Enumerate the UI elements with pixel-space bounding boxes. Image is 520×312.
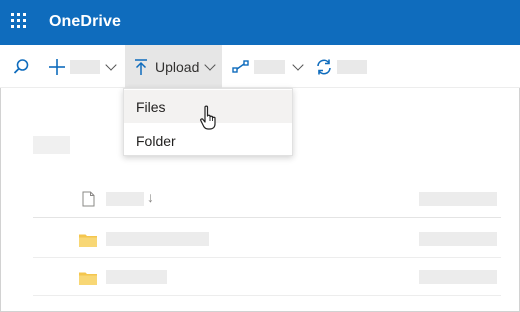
upload-icon (135, 58, 147, 75)
name-column-header-placeholder[interactable] (106, 192, 144, 206)
app-launcher-icon[interactable] (11, 13, 29, 31)
upload-button-label: Upload (155, 58, 200, 75)
upload-button[interactable]: Upload (125, 45, 222, 88)
section-heading-placeholder (33, 136, 70, 154)
sync-button[interactable] (315, 45, 370, 88)
document-icon (82, 191, 95, 207)
search-button[interactable] (12, 45, 34, 88)
command-bar: Upload (0, 45, 520, 88)
share-button[interactable] (232, 45, 304, 88)
sort-indicator[interactable]: ↓ (147, 189, 154, 205)
file-date-placeholder (419, 270, 497, 284)
chevron-down-icon (105, 58, 117, 71)
file-list-header: ↓ (33, 181, 501, 218)
file-name-placeholder (106, 270, 167, 284)
file-name-placeholder (106, 232, 209, 246)
file-date-placeholder (419, 232, 497, 246)
plus-icon (49, 58, 65, 75)
new-button[interactable] (48, 45, 120, 88)
new-button-label-placeholder (70, 59, 100, 74)
sync-icon (317, 59, 331, 74)
search-icon (13, 58, 29, 74)
chevron-down-icon (204, 58, 217, 71)
chevron-down-icon (292, 58, 304, 71)
share-icon (232, 59, 249, 73)
hand-cursor-icon (200, 105, 216, 130)
share-button-label-placeholder (254, 59, 285, 74)
sync-button-label-placeholder (337, 59, 367, 74)
table-row[interactable] (33, 259, 501, 296)
folder-icon (79, 234, 97, 247)
app-header: OneDrive (0, 0, 520, 45)
folder-icon (79, 272, 97, 285)
app-title[interactable]: OneDrive (49, 13, 121, 31)
table-row[interactable] (33, 221, 501, 258)
modified-column-header-placeholder[interactable] (419, 192, 497, 206)
